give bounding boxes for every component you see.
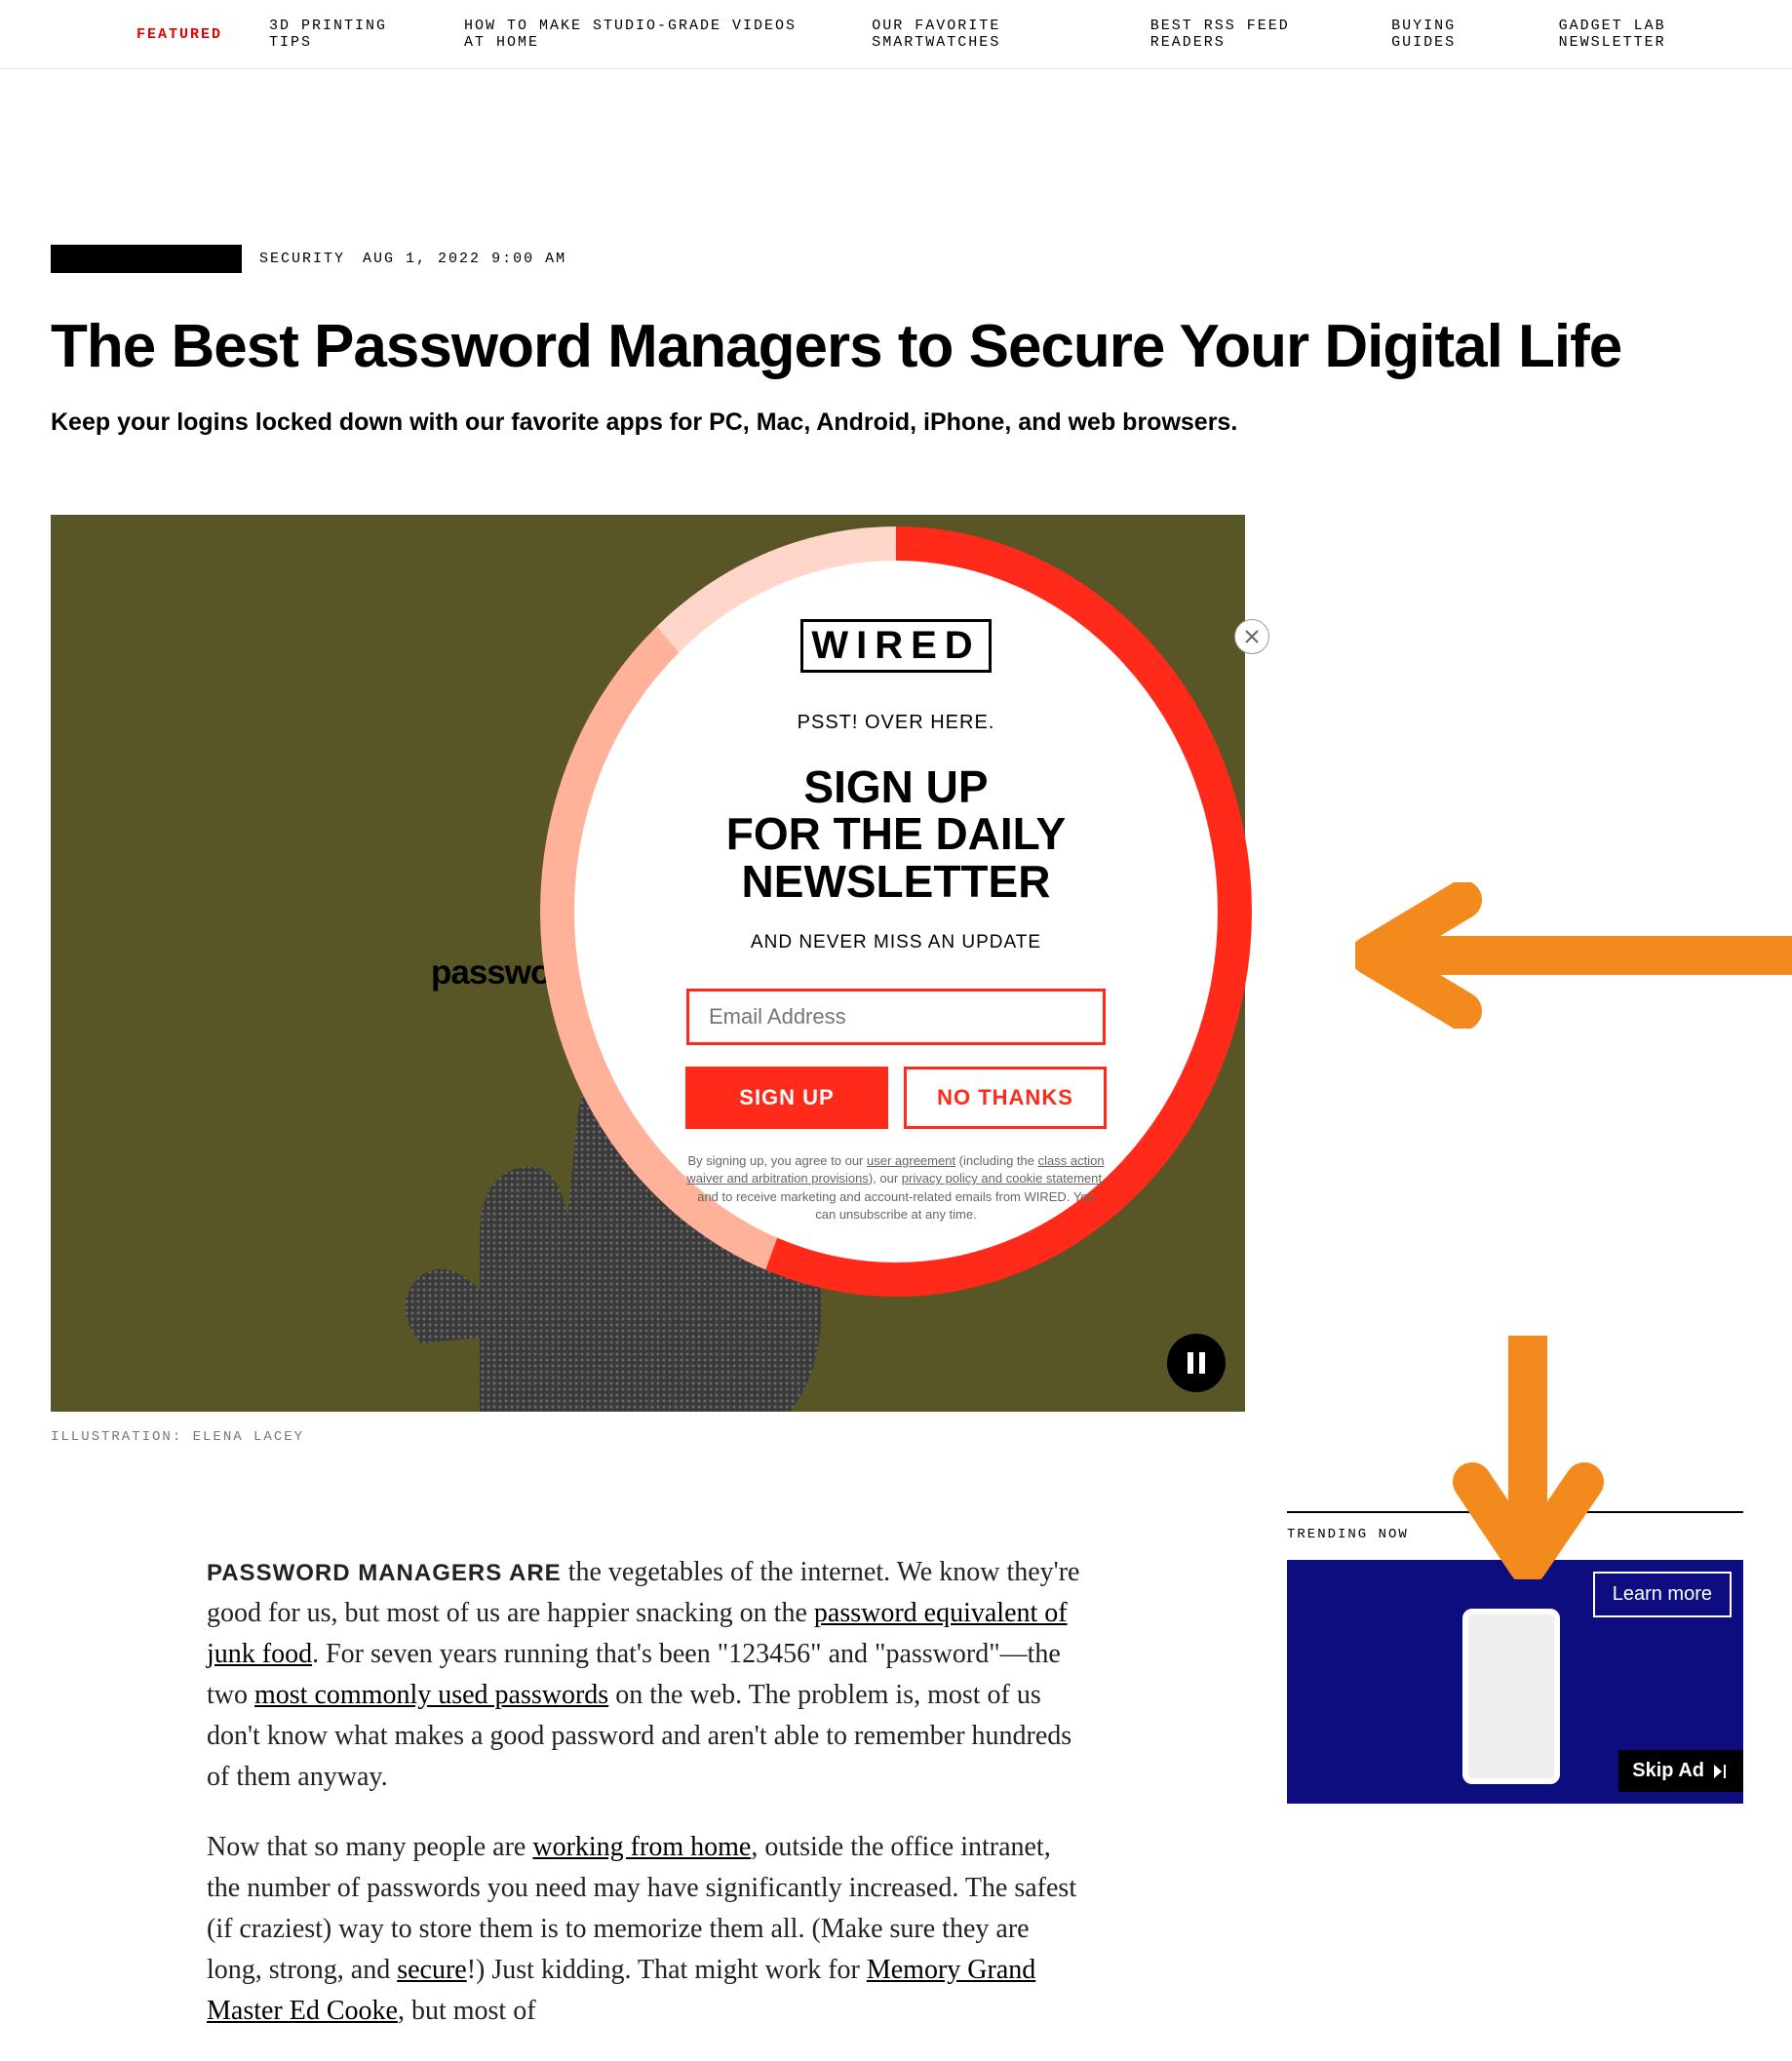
modal-sub: AND NEVER MISS AN UPDATE [751, 932, 1041, 953]
modal-close-button[interactable] [1234, 619, 1269, 654]
skip-icon [1712, 1763, 1730, 1780]
article-meta: Scott Gilbertson Security Aug 1, 2022 9:… [51, 245, 1741, 273]
ad-learn-more-button[interactable]: Learn more [1593, 1572, 1732, 1617]
ad-skip-label: Skip Ad [1632, 1760, 1704, 1782]
article-title: The Best Password Managers to Secure You… [51, 312, 1741, 381]
no-thanks-button[interactable]: NO THANKS [904, 1067, 1107, 1129]
modal-psst: PSST! OVER HERE. [798, 712, 995, 734]
ad-phone-graphic [1462, 1609, 1560, 1784]
top-nav: Featured 3D Printing Tips How to Make St… [0, 0, 1792, 69]
nav-item-studio-videos[interactable]: How to Make Studio-Grade Videos at Home [464, 18, 825, 51]
signup-button[interactable]: SIGN UP [685, 1067, 888, 1129]
legal-text: ), our [869, 1171, 902, 1186]
illustration-credit: Illustration: Elena Lacey [51, 1429, 1245, 1445]
wired-logo: WIRED [800, 619, 991, 673]
video-ad[interactable]: Learn more Skip Ad [1287, 1560, 1743, 1804]
email-input[interactable] [686, 989, 1106, 1045]
lede-caps: Password managers are [207, 1560, 562, 1586]
link-privacy-policy[interactable]: privacy policy and cookie statement [902, 1171, 1102, 1186]
article-body: Password managers are the vegetables of … [207, 1552, 1089, 2032]
body-text: !) Just kidding. That might work for [467, 1955, 867, 1985]
nav-featured-label: Featured [136, 26, 222, 43]
legal-text: (including the [955, 1153, 1038, 1168]
nav-item-3d-printing[interactable]: 3D Printing Tips [269, 18, 417, 51]
newsletter-modal: WIRED PSST! OVER HERE. SIGN UP FOR THE D… [540, 526, 1252, 1297]
trending-now-label: Trending Now [1287, 1527, 1743, 1542]
modal-legal: By signing up, you agree to our user agr… [686, 1152, 1106, 1224]
sidebar: Trending Now Learn more Skip Ad [1287, 1511, 1743, 1804]
body-text: , but most of [398, 1996, 536, 2026]
link-common-passwords[interactable]: most commonly used passwords [254, 1680, 608, 1710]
link-user-agreement[interactable]: user agreement [867, 1153, 955, 1168]
ad-skip-button[interactable]: Skip Ad [1618, 1750, 1743, 1792]
nav-item-smartwatches[interactable]: Our Favorite Smartwatches [872, 18, 1103, 51]
timestamp: Aug 1, 2022 9:00 AM [363, 251, 566, 267]
article-dek: Keep your logins locked down with our fa… [51, 408, 1741, 437]
link-secure[interactable]: secure [397, 1955, 467, 1985]
modal-headline: SIGN UP FOR THE DAILY NEWSLETTER [643, 763, 1149, 905]
nav-item-rss[interactable]: Best RSS Feed Readers [1150, 18, 1344, 51]
close-icon [1244, 629, 1260, 644]
legal-text: By signing up, you agree to our [687, 1153, 867, 1168]
author-badge[interactable]: Scott Gilbertson [51, 245, 242, 273]
nav-item-newsletter[interactable]: Gadget Lab Newsletter [1559, 18, 1753, 51]
pause-icon [1188, 1352, 1205, 1374]
pause-button[interactable] [1167, 1334, 1226, 1392]
section-label[interactable]: Security [259, 251, 345, 267]
nav-item-buying-guides[interactable]: Buying Guides [1391, 18, 1511, 51]
